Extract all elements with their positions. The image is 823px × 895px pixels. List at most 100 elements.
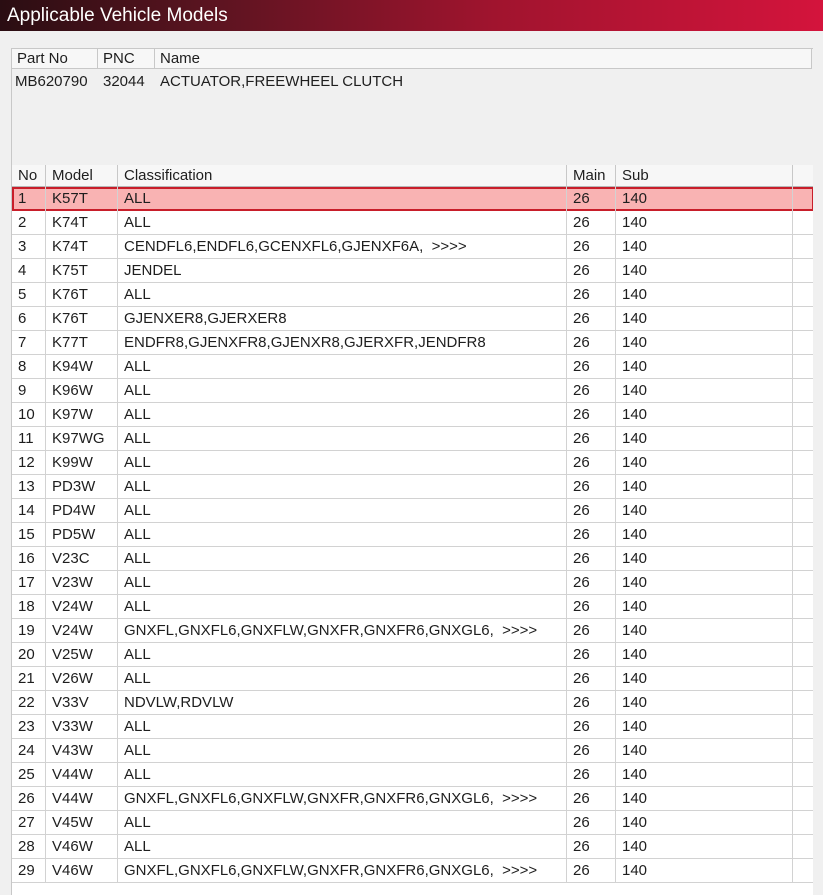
cell-no: 17 — [12, 571, 46, 595]
table-row[interactable]: 7 K77T ENDFR8,GJENXFR8,GJENXR8,GJERXFR,JEN… — [12, 331, 813, 355]
cell-main: 26 — [567, 307, 616, 331]
cell-classification: NDVLW,RDVLW — [118, 691, 567, 715]
cell-sub: 140 — [616, 739, 793, 763]
table-row[interactable]: 3 K74T CENDFL6,ENDFL6,GCENXFL6,GJENXF6A, >… — [12, 235, 813, 259]
table-row[interactable]: 9 K96W ALL 26 140 — [12, 379, 813, 403]
table-row[interactable]: 21 V26W ALL 26 140 — [12, 667, 813, 691]
table-row[interactable]: 25 V44W ALL 26 140 — [12, 763, 813, 787]
cell-sub: 140 — [616, 499, 793, 523]
table-row[interactable]: 29 V46W GNXFL,GNXFL6,GNXFLW,GNXFR,GNXFR6,G… — [12, 859, 813, 883]
column-header-filler — [793, 165, 813, 187]
cell-sub: 140 — [616, 643, 793, 667]
table-row[interactable]: 4 K75T JENDEL 26 140 — [12, 259, 813, 283]
column-header-classification[interactable]: Classification — [118, 165, 567, 187]
cell-no: 27 — [12, 811, 46, 835]
table-row[interactable]: 1 K57T ALL 26 140 — [12, 187, 813, 211]
part-no-header[interactable]: Part No — [12, 49, 98, 69]
table-row[interactable]: 13 PD3W ALL 26 140 — [12, 475, 813, 499]
table-row[interactable]: 23 V33W ALL 26 140 — [12, 715, 813, 739]
cell-main: 26 — [567, 451, 616, 475]
pnc-value[interactable]: 32044 — [103, 71, 145, 93]
cell-model: PD4W — [46, 499, 118, 523]
table-row[interactable]: 16 V23C ALL 26 140 — [12, 547, 813, 571]
cell-sub: 140 — [616, 379, 793, 403]
column-header-sub[interactable]: Sub — [616, 165, 793, 187]
cell-filler — [793, 475, 813, 499]
cell-classification: ALL — [118, 211, 567, 235]
cell-sub: 140 — [616, 523, 793, 547]
part-number-value[interactable]: MB620790 — [15, 71, 88, 93]
table-row[interactable]: 5 K76T ALL 26 140 — [12, 283, 813, 307]
pnc-header[interactable]: PNC — [98, 49, 155, 69]
cell-no: 29 — [12, 859, 46, 883]
table-row[interactable]: 28 V46W ALL 26 140 — [12, 835, 813, 859]
cell-classification: ALL — [118, 475, 567, 499]
cell-main: 26 — [567, 571, 616, 595]
cell-sub: 140 — [616, 283, 793, 307]
table-row[interactable]: 19 V24W GNXFL,GNXFL6,GNXFLW,GNXFR,GNXFR6,G… — [12, 619, 813, 643]
cell-main: 26 — [567, 499, 616, 523]
cell-model: V45W — [46, 811, 118, 835]
cell-main: 26 — [567, 739, 616, 763]
cell-classification: GNXFL,GNXFL6,GNXFLW,GNXFR,GNXFR6,GNXGL6,… — [118, 787, 567, 811]
cell-no: 22 — [12, 691, 46, 715]
cell-sub: 140 — [616, 619, 793, 643]
cell-filler — [793, 403, 813, 427]
part-info-panel: Part No PNC Name MB620790 32044 ACTUATOR… — [11, 48, 813, 165]
cell-no: 25 — [12, 763, 46, 787]
column-header-model[interactable]: Model — [46, 165, 118, 187]
table-row[interactable]: 14 PD4W ALL 26 140 — [12, 499, 813, 523]
window-title-bar: Applicable Vehicle Models — [0, 0, 823, 31]
cell-classification: ALL — [118, 571, 567, 595]
table-row[interactable]: 18 V24W ALL 26 140 — [12, 595, 813, 619]
table-row[interactable]: 12 K99W ALL 26 140 — [12, 451, 813, 475]
cell-no: 8 — [12, 355, 46, 379]
table-row[interactable]: 11 K97WG ALL 26 140 — [12, 427, 813, 451]
cell-main: 26 — [567, 715, 616, 739]
table-header: No Model Classification Main Sub — [12, 165, 813, 187]
table-row[interactable]: 24 V43W ALL 26 140 — [12, 739, 813, 763]
table-row[interactable]: 17 V23W ALL 26 140 — [12, 571, 813, 595]
name-header[interactable]: Name — [155, 49, 812, 69]
cell-classification: ALL — [118, 283, 567, 307]
cell-main: 26 — [567, 355, 616, 379]
cell-no: 11 — [12, 427, 46, 451]
table-row[interactable]: 15 PD5W ALL 26 140 — [12, 523, 813, 547]
table-row[interactable]: 20 V25W ALL 26 140 — [12, 643, 813, 667]
cell-classification: ALL — [118, 427, 567, 451]
cell-sub: 140 — [616, 307, 793, 331]
table-row[interactable]: 26 V44W GNXFL,GNXFL6,GNXFLW,GNXFR,GNXFR6,G… — [12, 787, 813, 811]
cell-main: 26 — [567, 667, 616, 691]
vehicle-models-table: No Model Classification Main Sub 1 K57T AL… — [11, 165, 813, 895]
cell-model: K96W — [46, 379, 118, 403]
cell-classification: GNXFL,GNXFL6,GNXFLW,GNXFR,GNXFR6,GNXGL6,… — [118, 859, 567, 883]
cell-model: K75T — [46, 259, 118, 283]
table-row[interactable]: 6 K76T GJENXER8,GJERXER8 26 140 — [12, 307, 813, 331]
cell-filler — [793, 763, 813, 787]
cell-filler — [793, 643, 813, 667]
cell-filler — [793, 571, 813, 595]
cell-main: 26 — [567, 835, 616, 859]
cell-model: V23C — [46, 547, 118, 571]
cell-classification: ALL — [118, 355, 567, 379]
part-name-value[interactable]: ACTUATOR,FREEWHEEL CLUTCH — [160, 71, 403, 93]
column-header-main[interactable]: Main — [567, 165, 616, 187]
cell-no: 19 — [12, 619, 46, 643]
cell-no: 7 — [12, 331, 46, 355]
cell-classification: ALL — [118, 715, 567, 739]
table-row[interactable]: 27 V45W ALL 26 140 — [12, 811, 813, 835]
cell-sub: 140 — [616, 667, 793, 691]
table-row[interactable]: 2 K74T ALL 26 140 — [12, 211, 813, 235]
table-row[interactable]: 8 K94W ALL 26 140 — [12, 355, 813, 379]
column-header-no[interactable]: No — [12, 165, 46, 187]
cell-model: V24W — [46, 595, 118, 619]
cell-main: 26 — [567, 331, 616, 355]
table-row[interactable]: 10 K97W ALL 26 140 — [12, 403, 813, 427]
cell-main: 26 — [567, 643, 616, 667]
cell-filler — [793, 811, 813, 835]
cell-sub: 140 — [616, 331, 793, 355]
table-row[interactable]: 22 V33V NDVLW,RDVLW 26 140 — [12, 691, 813, 715]
cell-model: K99W — [46, 451, 118, 475]
cell-no: 28 — [12, 835, 46, 859]
cell-model: K74T — [46, 211, 118, 235]
